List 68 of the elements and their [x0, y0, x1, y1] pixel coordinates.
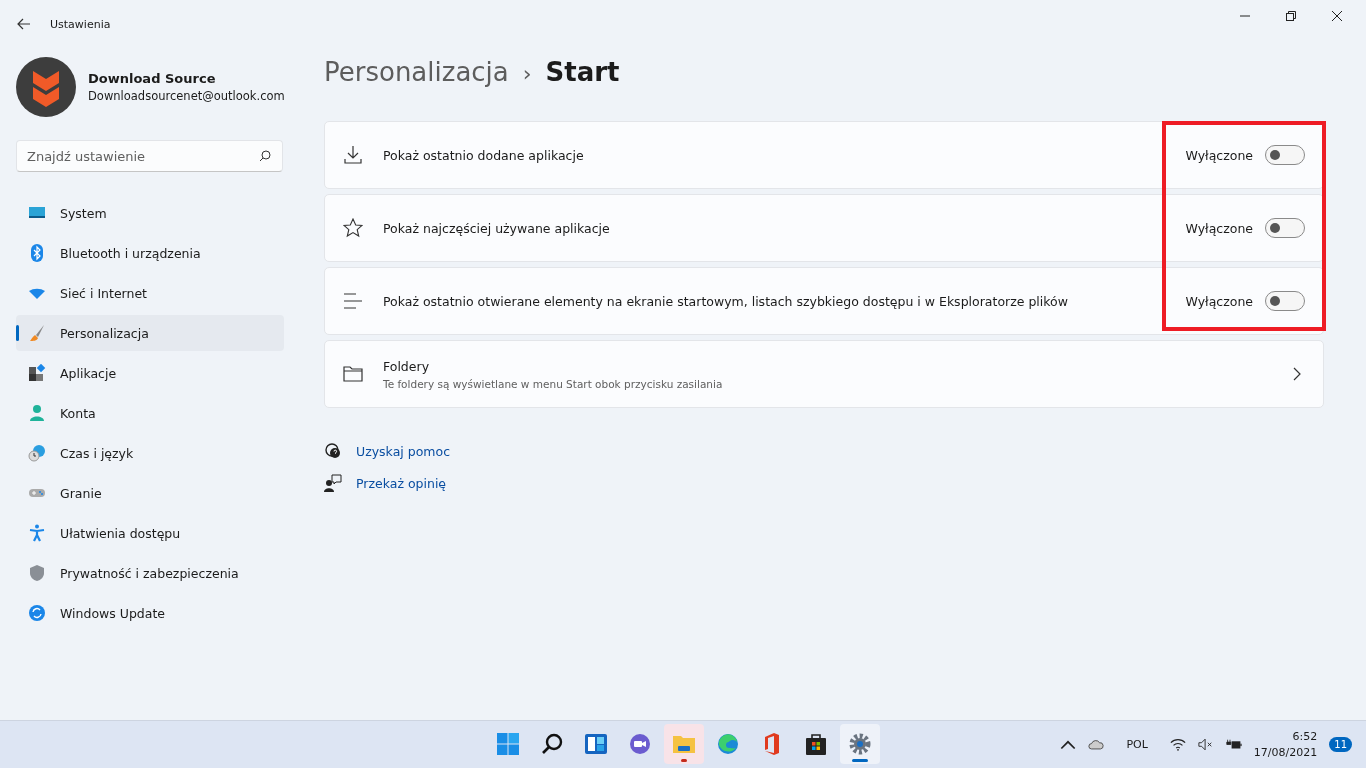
battery-plug-icon[interactable]: [1225, 738, 1242, 751]
help-link[interactable]: Uzyskaj pomoc: [356, 443, 451, 459]
breadcrumb-separator: ›: [522, 61, 532, 86]
notification-count-badge[interactable]: 11: [1329, 737, 1352, 752]
sidebar-item[interactable]: Prywatność i zabezpieczenia: [16, 555, 284, 591]
sidebar-item[interactable]: Konta: [16, 395, 284, 431]
sidebar-item[interactable]: Sieć i Internet: [16, 275, 284, 311]
toggle-switch[interactable]: [1265, 145, 1305, 165]
widgets-icon: [584, 732, 608, 756]
setting-label: Pokaż najczęściej używane aplikacje: [383, 220, 611, 236]
store-bag-icon: [804, 732, 828, 756]
setting-label: Pokaż ostatnio otwierane elementy na ekranie startowym, listach szybkiego dostępu i w Eksploratorze plików: [383, 293, 1069, 309]
sidebar-item[interactable]: Personalizacja: [16, 315, 284, 351]
setting-label: Pokaż ostatnio dodane aplikacje: [383, 147, 585, 163]
clock-time[interactable]: 6:52: [1292, 730, 1318, 743]
sidebar-item[interactable]: Czas i język: [16, 435, 284, 471]
speaker-muted-icon[interactable]: [1197, 738, 1214, 751]
folder-icon: [343, 364, 363, 384]
refresh-icon: [28, 604, 46, 622]
profile-name: Download Source: [88, 71, 217, 86]
sidebar-item[interactable]: Aplikacje: [16, 355, 284, 391]
apps-icon: [28, 364, 46, 382]
sidebar-item[interactable]: System: [16, 195, 284, 231]
chevron-right-icon: [1293, 367, 1301, 381]
sidebar-item[interactable]: Bluetooth i urządzenia: [16, 235, 284, 271]
help-link[interactable]: Przekaż opinię: [356, 475, 447, 491]
search-icon: [259, 150, 271, 162]
bluetooth-icon: [28, 244, 46, 262]
help-chat-icon: [324, 442, 342, 460]
list-lines-icon: [343, 291, 363, 311]
breadcrumb-parent[interactable]: Personalizacja: [324, 57, 509, 87]
setting-label: Foldery: [383, 358, 431, 374]
toggle-state-label: Wyłączone: [1185, 147, 1253, 163]
windows-logo-icon: [496, 732, 520, 756]
close-icon[interactable]: [1332, 11, 1342, 21]
toggle-state-label: Wyłączone: [1185, 220, 1253, 236]
download-icon: [343, 145, 363, 165]
edge-browser-icon: [716, 732, 740, 756]
toggle-switch[interactable]: [1265, 218, 1305, 238]
chat-camera-icon: [628, 732, 652, 756]
star-icon: [343, 218, 363, 238]
person-icon: [28, 404, 46, 422]
search-field[interactable]: Znajdź ustawienie: [16, 140, 283, 172]
sidebar-item[interactable]: Granie: [16, 475, 284, 511]
search-icon: [540, 732, 564, 756]
toggle-switch[interactable]: [1265, 291, 1305, 311]
page-title: Start: [545, 57, 620, 87]
profile-email: Downloadsourcenet@outlook.com: [88, 89, 285, 103]
avatar-logo-icon: [16, 57, 76, 117]
cloud-icon[interactable]: [1088, 738, 1105, 751]
wifi-icon[interactable]: [1169, 738, 1186, 751]
toggle-state-label: Wyłączone: [1185, 293, 1253, 309]
chevron-up-icon[interactable]: [1060, 738, 1077, 751]
clock-date[interactable]: 17/08/2021: [1253, 746, 1318, 759]
sidebar-item[interactable]: Ułatwienia dostępu: [16, 515, 284, 551]
sidebar-item[interactable]: Windows Update: [16, 595, 284, 631]
accessibility-icon: [28, 524, 46, 542]
back-arrow-icon[interactable]: [17, 18, 31, 30]
setting-link-card[interactable]: Foldery Te foldery są wyświetlane w menu Start obok przycisku zasilania: [324, 340, 1324, 408]
shield-icon: [28, 564, 46, 582]
feedback-icon: [324, 474, 342, 492]
settings-icon: [848, 732, 872, 756]
restore-icon[interactable]: [1286, 11, 1296, 21]
window-title: Ustawienia: [50, 17, 111, 31]
language-indicator[interactable]: POL: [1126, 738, 1148, 751]
brush-icon: [28, 324, 46, 342]
setting-description: Te foldery są wyświetlane w menu Start obok przycisku zasilania: [383, 377, 724, 390]
globe-clock-icon: [28, 444, 46, 462]
